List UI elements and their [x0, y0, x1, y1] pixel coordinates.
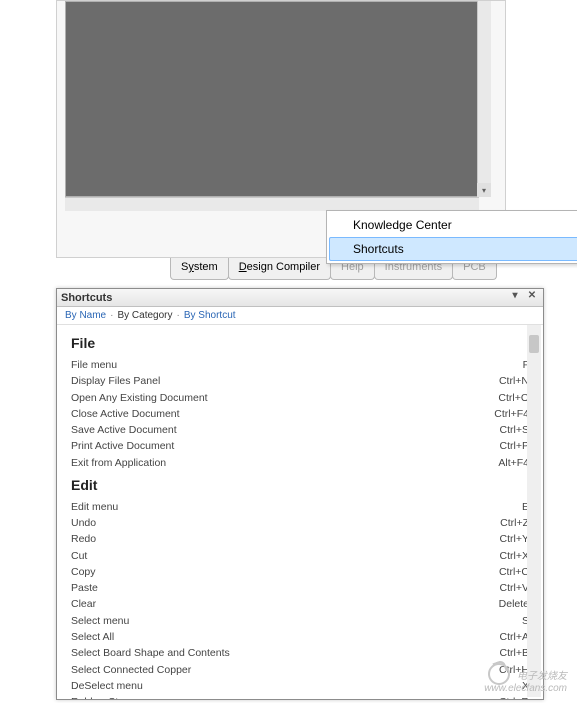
shortcut-key: Ctrl+P	[480, 438, 529, 454]
section-head-edit: Edit	[71, 477, 529, 493]
shortcut-name: Exit from Application	[71, 455, 166, 471]
shortcut-key: Ctrl+V	[480, 580, 529, 596]
scrollbar-horizontal[interactable]	[65, 197, 479, 211]
shortcut-name: Redo	[71, 531, 96, 547]
status-tab-system[interactable]: System	[170, 258, 229, 280]
status-tab-design-compiler[interactable]: Design Compiler	[228, 258, 331, 280]
shortcut-row[interactable]: Save Active Document Ctrl+S	[71, 422, 529, 438]
shortcut-row[interactable]: Open Any Existing Document Ctrl+O	[71, 390, 529, 406]
shortcut-name: Clear	[71, 596, 96, 612]
shortcut-name: DeSelect menu	[71, 678, 143, 694]
tab-text: stem	[194, 261, 218, 273]
shortcut-row[interactable]: Print Active Document Ctrl+P	[71, 438, 529, 454]
shortcut-key: Ctrl+A	[480, 629, 529, 645]
shortcut-row[interactable]: Select All Ctrl+A	[71, 629, 529, 645]
shortcuts-scrollbar[interactable]	[527, 325, 541, 697]
shortcut-key: F	[503, 357, 529, 373]
design-canvas[interactable]	[65, 1, 479, 197]
shortcuts-body: File File menu F Display Files Panel Ctrl+…	[57, 325, 543, 699]
shortcut-name: Paste	[71, 580, 98, 596]
shortcut-key: Ctrl+F4	[474, 406, 529, 422]
menu-item-knowledge-center[interactable]: Knowledge Center	[329, 213, 577, 237]
shortcut-row[interactable]: Copy Ctrl+C	[71, 564, 529, 580]
shortcut-key: Ctrl+X	[480, 548, 529, 564]
shortcut-key: Ctrl+Y	[480, 531, 529, 547]
watermark-logo-icon	[488, 663, 510, 685]
shortcut-row[interactable]: Clear Delete	[71, 596, 529, 612]
shortcut-name: Cut	[71, 548, 87, 564]
shortcut-row[interactable]: Cut Ctrl+X	[71, 548, 529, 564]
shortcuts-titlebar[interactable]: Shortcuts ▾ ✕	[57, 289, 543, 307]
shortcut-name: Select All	[71, 629, 114, 645]
shortcut-key: Ctrl+O	[478, 390, 529, 406]
shortcut-key: Alt+F4	[478, 455, 529, 471]
shortcut-name: Close Active Document	[71, 406, 180, 422]
shortcuts-panel: Shortcuts ▾ ✕ By Name · By Category · By…	[56, 288, 544, 700]
shortcut-key: Delete	[479, 596, 529, 612]
shortcut-name: Select Connected Copper	[71, 662, 191, 678]
shortcut-name: Undo	[71, 515, 96, 531]
scroll-thumb[interactable]	[529, 335, 539, 353]
shortcut-row[interactable]: Rubber StampCtrl+R	[71, 694, 529, 699]
separator-icon: ·	[110, 310, 113, 321]
shortcut-key: Ctrl+Z	[480, 515, 529, 531]
filter-by-shortcut[interactable]: By Shortcut	[184, 310, 236, 321]
watermark: 电子发烧友 www.elecfans.com	[484, 657, 567, 695]
tab-hotkey: D	[239, 261, 247, 273]
shortcut-name: Open Any Existing Document	[71, 390, 208, 406]
panel-selector-menu: Knowledge Center Shortcuts	[326, 210, 577, 264]
tab-text: esign Compiler	[247, 261, 320, 273]
shortcut-row[interactable]: Edit menu E	[71, 499, 529, 515]
shortcuts-filter-bar: By Name · By Category · By Shortcut	[57, 307, 543, 325]
menu-item-shortcuts[interactable]: Shortcuts	[329, 237, 577, 261]
shortcut-name: File menu	[71, 357, 117, 373]
shortcut-key: Ctrl+S	[480, 422, 529, 438]
scroll-down-arrow-icon[interactable]: ▾	[477, 183, 491, 197]
shortcut-row[interactable]: File menu F	[71, 357, 529, 373]
shortcut-key: Ctrl+N	[479, 373, 529, 389]
shortcut-name: Rubber Stamp	[71, 694, 139, 699]
filter-by-name[interactable]: By Name	[65, 310, 106, 321]
shortcut-row[interactable]: Close Active Document Ctrl+F4	[71, 406, 529, 422]
shortcut-key: E	[502, 499, 529, 515]
shortcut-name: Select menu	[71, 613, 129, 629]
shortcuts-title: Shortcuts	[61, 292, 112, 304]
shortcut-row[interactable]: Select menu S	[71, 613, 529, 629]
watermark-line1: 电子发烧友	[517, 671, 567, 682]
scrollbar-vertical[interactable]	[477, 1, 491, 197]
shortcut-key: S	[502, 613, 529, 629]
shortcut-name: Select Board Shape and Contents	[71, 645, 230, 661]
shortcut-name: Display Files Panel	[71, 373, 160, 389]
close-icon[interactable]: ✕	[525, 290, 539, 301]
shortcut-row[interactable]: Select Board Shape and ContentsCtrl+B	[71, 645, 529, 661]
pin-icon[interactable]: ▾	[508, 290, 522, 301]
shortcut-row[interactable]: Exit from Application Alt+F4	[71, 455, 529, 471]
filter-by-category[interactable]: By Category	[117, 310, 172, 321]
shortcut-name: Edit menu	[71, 499, 118, 515]
section-head-file: File	[71, 335, 529, 351]
shortcut-name: Save Active Document	[71, 422, 177, 438]
shortcut-row[interactable]: Select Connected CopperCtrl+H	[71, 662, 529, 678]
shortcut-row[interactable]: Paste Ctrl+V	[71, 580, 529, 596]
shortcut-row[interactable]: Display Files Panel Ctrl+N	[71, 373, 529, 389]
shortcut-row[interactable]: Redo Ctrl+Y	[71, 531, 529, 547]
shortcut-key: Ctrl+C	[479, 564, 529, 580]
separator-icon: ·	[177, 310, 180, 321]
shortcut-row[interactable]: DeSelect menuX	[71, 678, 529, 694]
shortcut-name: Print Active Document	[71, 438, 174, 454]
shortcut-row[interactable]: Undo Ctrl+Z	[71, 515, 529, 531]
shortcut-name: Copy	[71, 564, 96, 580]
